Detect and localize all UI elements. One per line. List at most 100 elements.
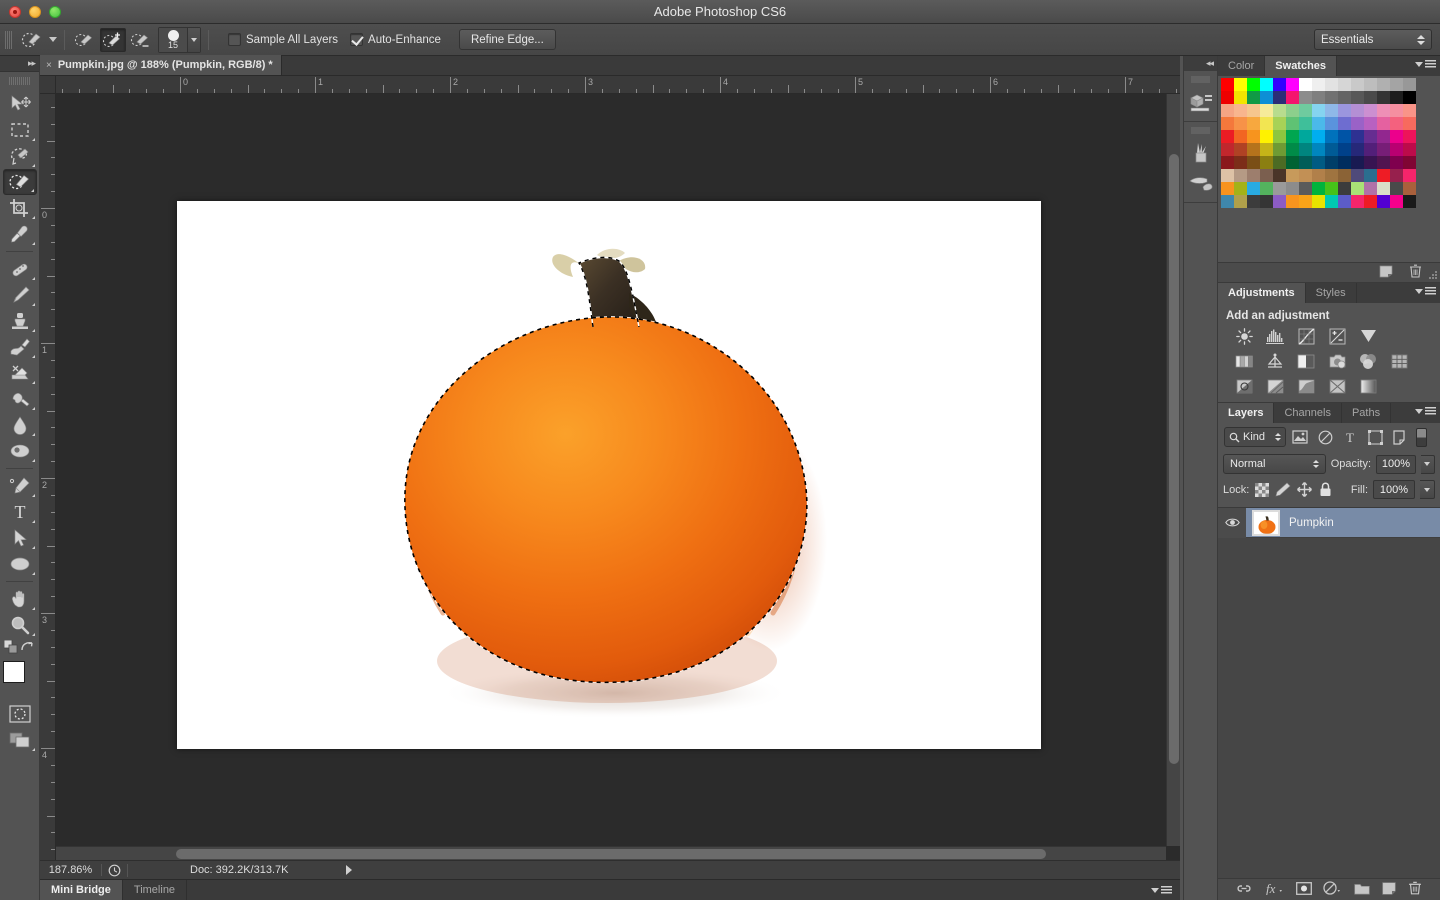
exposure-icon[interactable]: [1326, 326, 1348, 346]
pen-tool[interactable]: [3, 473, 37, 499]
color-swatch[interactable]: [1312, 182, 1325, 195]
sample-all-layers-checkbox[interactable]: Sample All Layers: [228, 33, 338, 46]
color-swatch[interactable]: [1364, 130, 1377, 143]
zoom-level[interactable]: 187.86%: [40, 864, 102, 876]
levels-icon[interactable]: [1264, 326, 1286, 346]
tab-timeline[interactable]: Timeline: [123, 879, 188, 900]
layer-filter-kind-select[interactable]: Kind: [1224, 427, 1286, 447]
color-swatch[interactable]: [1403, 156, 1416, 169]
color-swatch[interactable]: [1364, 117, 1377, 130]
lasso-tool[interactable]: [3, 143, 37, 169]
color-swatch[interactable]: [1325, 182, 1338, 195]
tab-color[interactable]: Color: [1218, 56, 1266, 76]
rectangular-marquee-tool[interactable]: [3, 117, 37, 143]
tab-styles[interactable]: Styles: [1306, 283, 1357, 303]
color-lookup-icon[interactable]: [1388, 351, 1410, 371]
filter-pixel-layers-icon[interactable]: [1289, 427, 1311, 447]
lock-all-icon[interactable]: [1317, 482, 1333, 498]
document-tab[interactable]: × Pumpkin.jpg @ 188% (Pumpkin, RGB/8) *: [40, 55, 282, 75]
eyedropper-tool[interactable]: [3, 221, 37, 247]
color-swatch[interactable]: [1390, 182, 1403, 195]
tab-swatches[interactable]: Swatches: [1265, 56, 1338, 76]
color-swatch[interactable]: [1403, 130, 1416, 143]
adjustments-panel-menu-icon[interactable]: [1415, 287, 1436, 296]
lock-image-pixels-icon[interactable]: [1275, 482, 1291, 498]
auto-enhance-checkbox[interactable]: Auto-Enhance: [350, 33, 441, 46]
color-swatch[interactable]: [1312, 130, 1325, 143]
status-menu-arrow-icon[interactable]: [346, 865, 353, 875]
color-swatch[interactable]: [1325, 130, 1338, 143]
color-swatch[interactable]: [1234, 104, 1247, 117]
color-swatch[interactable]: [1247, 143, 1260, 156]
toolbox-grip[interactable]: [8, 75, 31, 87]
layer-thumbnail[interactable]: [1252, 509, 1280, 536]
horizontal-ruler[interactable]: 0 1 2 3 4 5 6 7: [56, 76, 1180, 94]
new-adjustment-layer-icon[interactable]: [1323, 881, 1342, 898]
color-swatch[interactable]: [1338, 143, 1351, 156]
color-swatch[interactable]: [1403, 182, 1416, 195]
color-swatch[interactable]: [1364, 78, 1377, 91]
color-swatch[interactable]: [1247, 156, 1260, 169]
color-swatch[interactable]: [1403, 169, 1416, 182]
color-swatch[interactable]: [1299, 195, 1312, 208]
edit-in-quick-mask-mode[interactable]: [3, 701, 37, 727]
color-swatch[interactable]: [1325, 169, 1338, 182]
color-balance-icon[interactable]: [1264, 351, 1286, 371]
color-swatch[interactable]: [1364, 143, 1377, 156]
close-button[interactable]: [9, 5, 21, 18]
color-swatch[interactable]: [1377, 143, 1390, 156]
channel-mixer-icon[interactable]: [1357, 351, 1379, 371]
swap-colors-icon[interactable]: [20, 640, 35, 657]
color-swatch[interactable]: [1260, 143, 1273, 156]
color-swatch[interactable]: [1273, 169, 1286, 182]
color-swatch[interactable]: [1299, 104, 1312, 117]
color-swatch[interactable]: [1247, 117, 1260, 130]
document-canvas[interactable]: [177, 201, 1041, 749]
lock-transparent-pixels-icon[interactable]: [1254, 482, 1270, 498]
options-bar-grip[interactable]: [5, 30, 12, 49]
color-swatch[interactable]: [1299, 156, 1312, 169]
color-swatch[interactable]: [1377, 182, 1390, 195]
color-swatch[interactable]: [1403, 91, 1416, 104]
kind-stepper-icon[interactable]: [1275, 433, 1281, 441]
color-swatch[interactable]: [1221, 91, 1234, 104]
tab-adjustments[interactable]: Adjustments: [1218, 283, 1306, 303]
color-swatch[interactable]: [1299, 182, 1312, 195]
color-swatch[interactable]: [1377, 130, 1390, 143]
color-swatch[interactable]: [1221, 104, 1234, 117]
hand-tool[interactable]: [3, 586, 37, 612]
panel-resize-grip[interactable]: [1429, 271, 1438, 280]
refine-edge-button[interactable]: Refine Edge...: [458, 29, 556, 50]
eraser-tool[interactable]: [3, 360, 37, 386]
color-swatch[interactable]: [1247, 104, 1260, 117]
color-swatch[interactable]: [1377, 117, 1390, 130]
add-layer-mask-icon[interactable]: [1295, 881, 1312, 898]
layer-list[interactable]: Pumpkin: [1218, 507, 1440, 878]
color-swatch[interactable]: [1377, 169, 1390, 182]
color-swatch[interactable]: [1351, 130, 1364, 143]
timing-icon[interactable]: [102, 863, 128, 877]
new-layer-icon[interactable]: [1382, 881, 1396, 898]
color-swatch[interactable]: [1403, 104, 1416, 117]
canvas-horizontal-scrollbar[interactable]: [56, 846, 1166, 860]
opacity-chevron-down-icon[interactable]: [1420, 454, 1435, 474]
tab-layers[interactable]: Layers: [1218, 403, 1275, 423]
ellipse-tool[interactable]: [3, 551, 37, 577]
delete-layer-icon[interactable]: [1408, 881, 1422, 898]
color-swatch[interactable]: [1286, 156, 1299, 169]
color-swatch[interactable]: [1260, 195, 1273, 208]
color-swatch[interactable]: [1338, 182, 1351, 195]
color-swatch[interactable]: [1260, 156, 1273, 169]
change-screen-mode[interactable]: [3, 727, 37, 753]
swatch-grid[interactable]: [1218, 76, 1418, 208]
color-swatch[interactable]: [1234, 78, 1247, 91]
foreground-color-swatch[interactable]: [2, 661, 25, 683]
color-swatch[interactable]: [1377, 195, 1390, 208]
color-swatch[interactable]: [1390, 156, 1403, 169]
color-swatch[interactable]: [1221, 195, 1234, 208]
color-swatch[interactable]: [1260, 78, 1273, 91]
color-swatch[interactable]: [1273, 130, 1286, 143]
color-swatch[interactable]: [1286, 130, 1299, 143]
color-swatch[interactable]: [1351, 117, 1364, 130]
color-swatch[interactable]: [1312, 117, 1325, 130]
